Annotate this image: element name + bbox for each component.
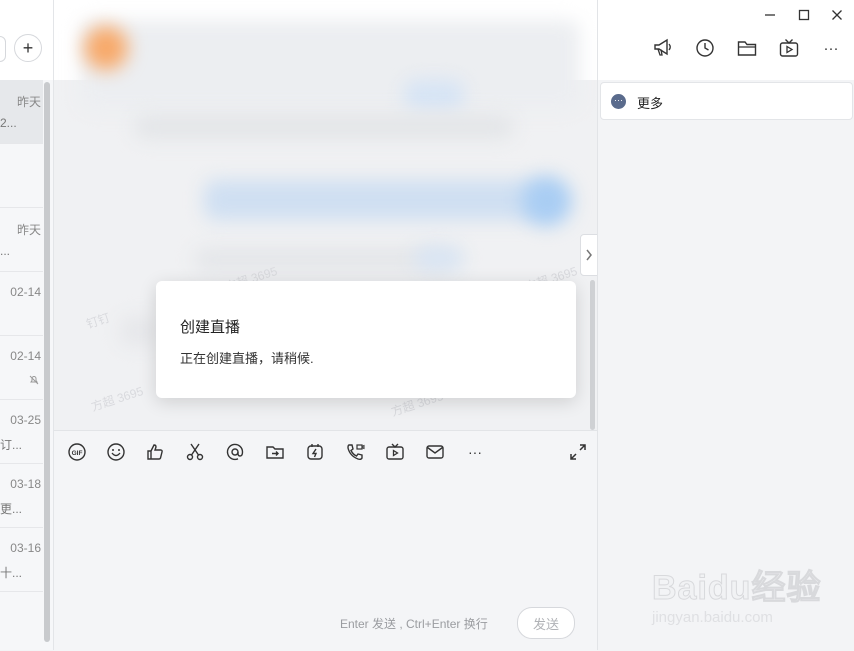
watermark-text: 钉钉	[84, 310, 112, 332]
announcement-icon[interactable]	[652, 37, 674, 59]
conversation-date: 03-16	[10, 541, 41, 555]
blurred-avatar	[522, 176, 572, 226]
avatar	[84, 26, 128, 70]
gif-icon[interactable]: GIF	[66, 441, 88, 463]
list-item[interactable]: 03-25 订...	[0, 400, 43, 464]
input-hint: Enter 发送 , Ctrl+Enter 换行	[340, 617, 488, 631]
baidu-watermark: Baidu经验 jingyan.baidu.com	[651, 560, 822, 627]
right-header: ···	[598, 0, 854, 80]
more-panel-item[interactable]: ··· 更多	[600, 82, 853, 120]
more-icon[interactable]: ···	[464, 441, 486, 463]
conversation-snippet: 订...	[0, 438, 23, 452]
tv-live-icon[interactable]	[778, 37, 800, 59]
list-item[interactable]: 昨天 2...	[0, 80, 43, 144]
list-item[interactable]: 03-18 更...	[0, 464, 43, 528]
folder-icon[interactable]	[736, 37, 758, 59]
close-button[interactable]	[828, 6, 846, 24]
baidu-url: jingyan.baidu.com	[652, 609, 773, 626]
blurred-message	[204, 180, 544, 220]
create-live-dialog: 创建直播 正在创建直播，请稍候.	[156, 281, 576, 398]
emoji-icon[interactable]	[105, 441, 127, 463]
conversation-date: 昨天	[16, 223, 41, 237]
scrollbar[interactable]	[590, 280, 595, 430]
more-label: 更多	[637, 96, 664, 111]
list-item[interactable]: 02-14	[0, 272, 43, 336]
list-item[interactable]: 02-14	[0, 336, 43, 400]
live-icon[interactable]	[384, 441, 406, 463]
conversation-snippet: 2...	[0, 116, 17, 130]
blurred-element	[404, 80, 464, 110]
conversation-date: 02-14	[10, 285, 41, 299]
more-horizontal-icon[interactable]: ···	[820, 37, 842, 59]
call-icon[interactable]	[344, 441, 366, 463]
conversation-list: + 昨天 2... 昨天 ... 02-14 02-14 03-25 订... …	[0, 0, 54, 650]
flash-icon[interactable]	[304, 441, 326, 463]
search-input[interactable]	[0, 36, 6, 62]
chevron-right-icon	[586, 249, 592, 261]
conversation-snippet: 十...	[0, 566, 23, 580]
list-item[interactable]: 03-16 十...	[0, 528, 43, 592]
add-button[interactable]: +	[14, 34, 42, 62]
left-header: +	[0, 0, 53, 80]
message-input-area: GIF ··· Enter 发送 , Ctrl+Enter 换行 发送	[54, 430, 597, 651]
conversation-snippet: 更...	[0, 502, 23, 516]
mute-bell-icon	[29, 374, 39, 388]
scrollbar[interactable]	[44, 82, 50, 642]
minimize-button[interactable]	[761, 6, 779, 24]
list-item[interactable]: 昨天 ...	[0, 208, 43, 272]
conversation-date: 03-18	[10, 477, 41, 491]
thumbs-up-icon[interactable]	[144, 441, 166, 463]
mail-icon[interactable]	[424, 441, 446, 463]
expand-icon[interactable]	[567, 441, 589, 463]
blurred-element	[120, 316, 160, 346]
blurred-message	[134, 115, 514, 139]
svg-text:GIF: GIF	[72, 450, 83, 457]
baidu-logo: Baidu经验	[651, 569, 822, 608]
scissors-icon[interactable]	[184, 441, 206, 463]
blurred-element	[414, 246, 464, 270]
more-dots-icon: ···	[611, 94, 626, 109]
conversation-date: 03-25	[10, 413, 41, 427]
collapse-panel-button[interactable]	[580, 234, 598, 276]
maximize-button[interactable]	[795, 6, 813, 24]
file-transfer-icon[interactable]	[264, 441, 286, 463]
dialog-message: 正在创建直播，请稍候.	[180, 351, 314, 366]
dialog-title: 创建直播	[180, 319, 241, 336]
conversation-date: 02-14	[10, 349, 41, 363]
conversation-snippet: ...	[0, 244, 11, 258]
blurred-header	[80, 20, 580, 110]
at-icon[interactable]	[224, 441, 246, 463]
history-icon[interactable]	[694, 37, 716, 59]
watermark-text: 方超 3695	[89, 383, 146, 414]
conversation-date: 昨天	[16, 95, 41, 109]
send-button[interactable]: 发送	[517, 607, 575, 639]
list-item[interactable]	[0, 144, 43, 208]
right-panel: ··· ··· 更多	[597, 0, 854, 650]
